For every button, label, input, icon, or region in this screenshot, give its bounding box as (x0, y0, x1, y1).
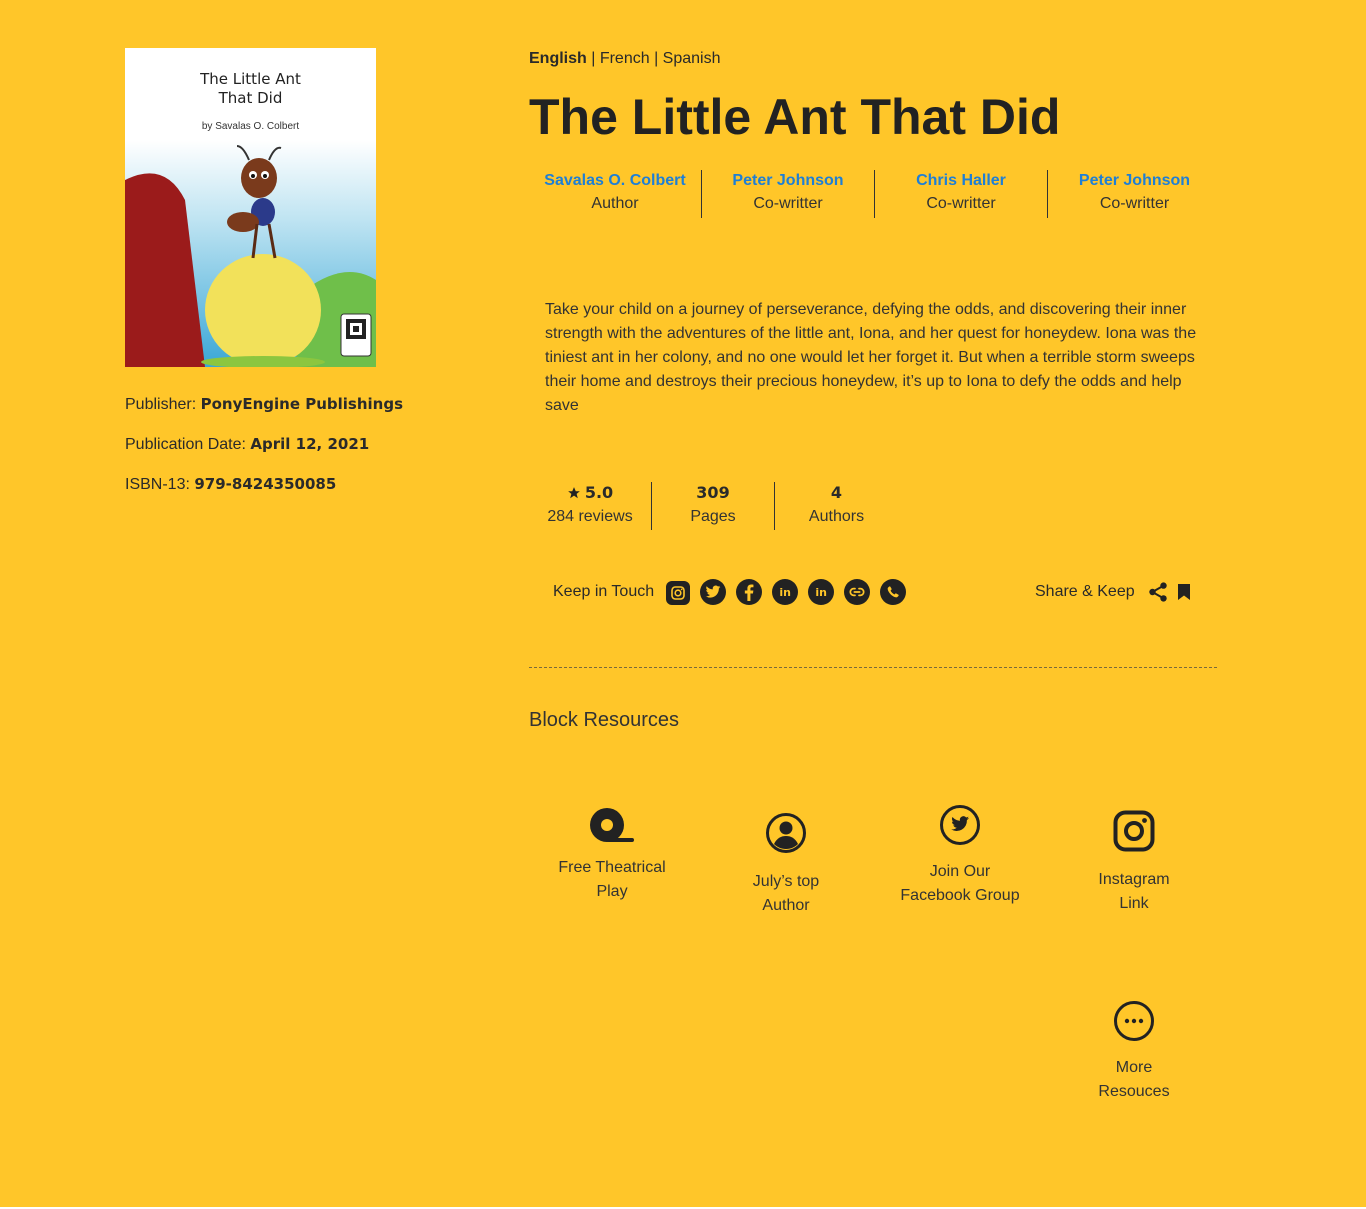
keep-in-touch: Keep in Touch in in (553, 578, 916, 606)
isbn-value: 979-8424350085 (194, 475, 337, 493)
resources-title: Block Resources (529, 709, 680, 731)
instagram-icon (1113, 810, 1155, 852)
cover-author: by Savalas O. Colbert (201, 121, 300, 132)
language-english[interactable]: English (529, 50, 587, 67)
page-title: The Little Ant That Did (529, 89, 1061, 145)
contributor-name-link[interactable]: Peter Johnson (1048, 170, 1221, 192)
publication-date-value: April 12, 2021 (250, 435, 370, 453)
cover-illustration (125, 140, 376, 367)
linkedin-icon[interactable]: in (772, 579, 799, 605)
contributor-name-link[interactable]: Savalas O. Colbert (529, 170, 701, 192)
instagram-icon[interactable] (666, 581, 691, 605)
tape-icon (590, 808, 634, 842)
resource-free-theatrical-play[interactable]: Free Theatrical Play (525, 806, 699, 904)
resource-label: Join Our Facebook Group (900, 863, 1020, 904)
resource-instagram-link[interactable]: Instagram Link (1047, 810, 1221, 916)
book-stats: 5.0 284 reviews 309 Pages 4 Authors (529, 482, 898, 530)
resource-label: July’s top Author (752, 873, 820, 914)
linkedin-icon[interactable]: in (808, 579, 835, 605)
resource-label: Free Theatrical Play (558, 859, 666, 900)
contributor-role: Author (591, 195, 639, 212)
contributor-item: Peter Johnson Co-writter (702, 170, 875, 218)
publisher-row: Publisher: PonyEngine Publishings (125, 395, 403, 414)
resource-label: More Resouces (1098, 1059, 1170, 1100)
twitter-icon[interactable] (700, 579, 727, 605)
book-cover: The Little Ant That Did by Savalas O. Co… (125, 48, 376, 367)
pages-label: Pages (690, 508, 736, 525)
pages-stat: 309 Pages (652, 482, 775, 530)
more-circle-icon (1114, 1001, 1154, 1041)
contributor-role: Co-writter (1099, 195, 1170, 212)
contributor-role: Co-writter (926, 195, 996, 212)
share-keep-label: Share & Keep (1035, 583, 1135, 600)
contributor-name-link[interactable]: Chris Haller (875, 170, 1047, 192)
reviews-count[interactable]: 284 reviews (529, 504, 651, 530)
section-divider (529, 667, 1217, 668)
isbn-row: ISBN-13: 979-8424350085 (125, 475, 336, 494)
contributor-role: Co-writter (753, 195, 823, 212)
resource-more-resources[interactable]: More Resouces (1047, 1000, 1221, 1104)
authors-stat: 4 Authors (775, 482, 898, 530)
share-icon[interactable] (1147, 580, 1169, 604)
resource-label: Instagram Link (1098, 871, 1170, 912)
rating-stat: 5.0 284 reviews (529, 482, 652, 530)
book-description: Take your child on a journey of persever… (545, 301, 1197, 414)
link-icon[interactable] (844, 579, 871, 605)
resource-join-facebook-group[interactable]: Join Our Facebook Group (873, 804, 1047, 908)
cover-title: The Little Ant That Did (200, 70, 301, 107)
contributor-name-link[interactable]: Peter Johnson (702, 170, 874, 192)
publication-date-label: Publication Date: (125, 436, 246, 453)
language-switcher: English | French | Spanish (529, 50, 721, 68)
whatsapp-icon[interactable] (880, 579, 907, 605)
user-circle-icon (766, 813, 806, 853)
contributor-item: Savalas O. Colbert Author (529, 170, 702, 218)
twitter-circle-icon (940, 805, 980, 845)
pages-value: 309 (696, 483, 730, 502)
facebook-icon[interactable] (736, 579, 763, 605)
publication-date-row: Publication Date: April 12, 2021 (125, 435, 369, 454)
authors-value: 4 (830, 483, 843, 502)
resource-julys-top-author[interactable]: July’s top Author (699, 812, 873, 918)
bookmark-icon[interactable] (1177, 583, 1191, 601)
keep-in-touch-label: Keep in Touch (553, 583, 655, 600)
isbn-label: ISBN-13: (125, 476, 190, 493)
share-and-keep: Share & Keep (1035, 578, 1199, 606)
language-others[interactable]: | French | Spanish (587, 50, 720, 67)
contributor-item: Peter Johnson Co-writter (1048, 170, 1221, 218)
publisher-value: PonyEngine Publishings (200, 395, 404, 413)
contributors-list: Savalas O. Colbert Author Peter Johnson … (529, 170, 1221, 218)
star-icon (567, 487, 580, 499)
rating-value: 5.0 (584, 483, 614, 502)
contributor-item: Chris Haller Co-writter (875, 170, 1048, 218)
authors-label: Authors (808, 508, 865, 525)
publisher-label: Publisher: (125, 396, 197, 413)
